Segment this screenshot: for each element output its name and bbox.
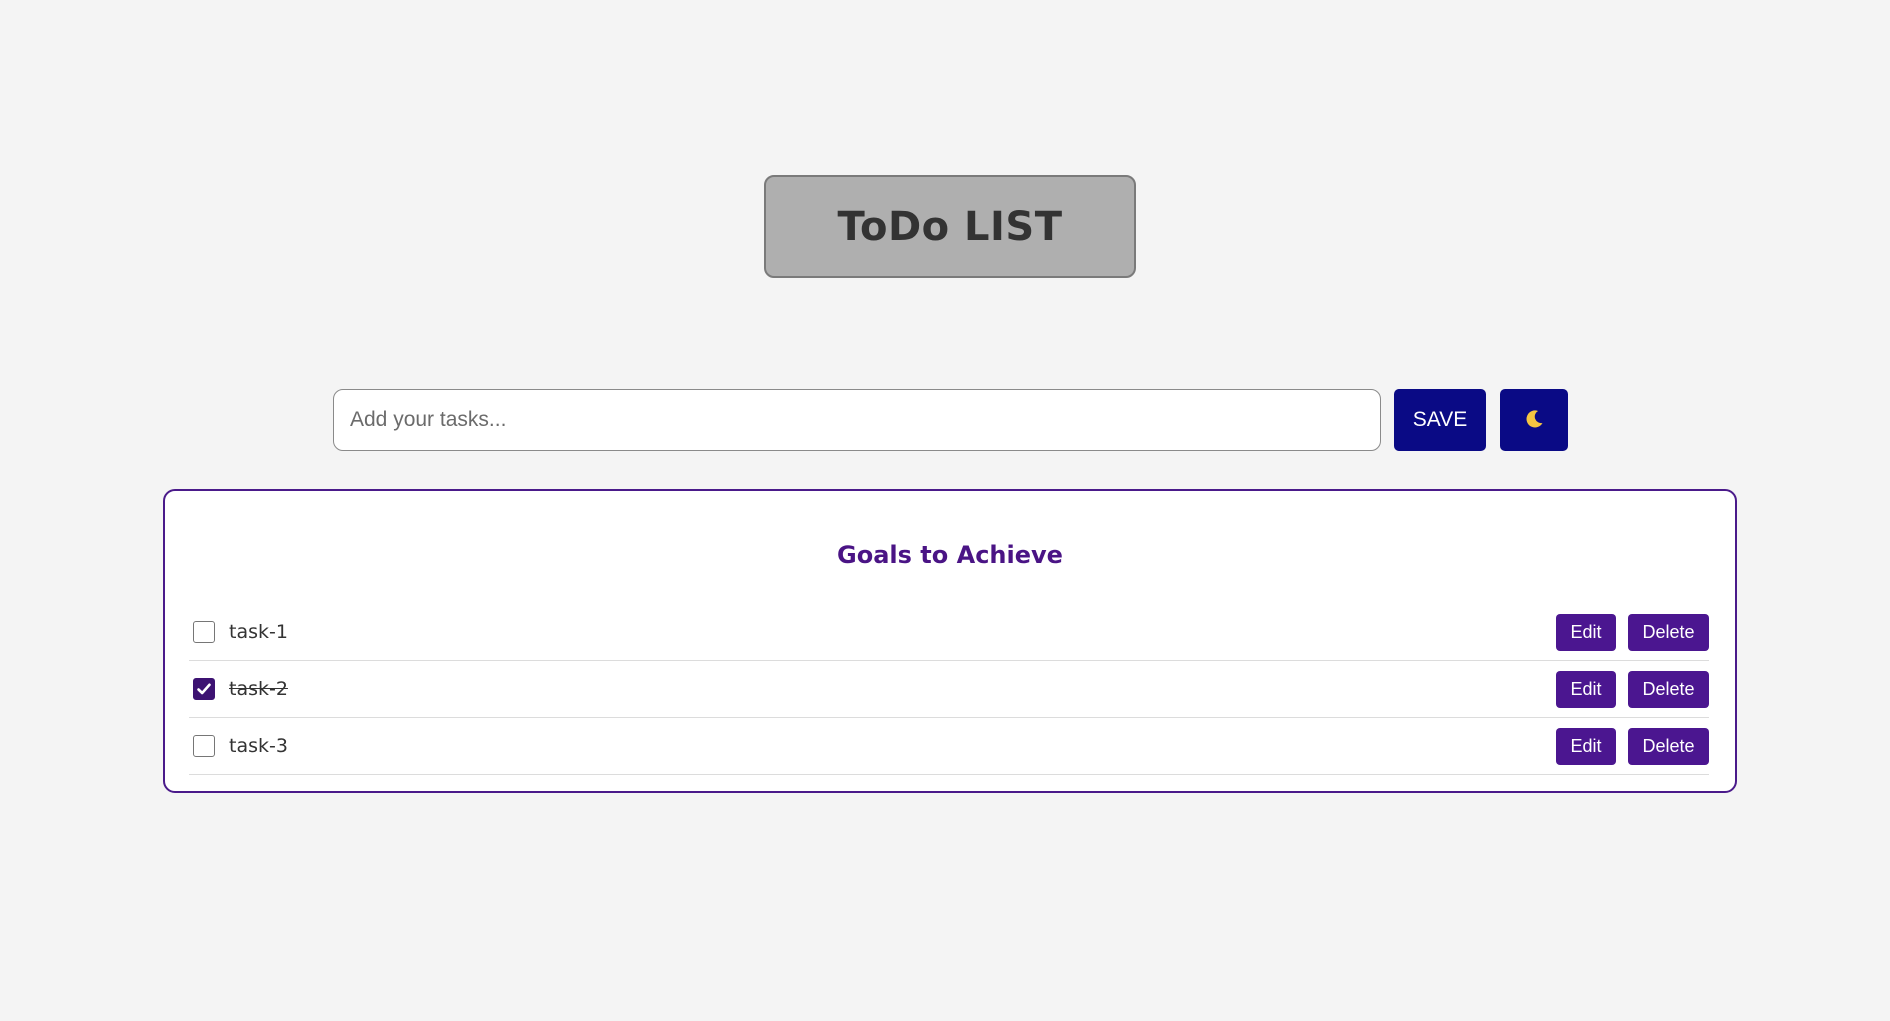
task-label: task-3 [229,735,288,757]
goals-card: Goals to Achieve task-1 Edit Delete task… [163,489,1737,793]
task-actions: Edit Delete [1556,718,1709,774]
task-row: task-2 Edit Delete [189,661,1709,718]
task-list: task-1 Edit Delete task-2 Edit Delete ta… [189,604,1709,775]
theme-toggle-button[interactable] [1500,389,1568,451]
task-checkbox[interactable] [193,621,215,643]
edit-button[interactable]: Edit [1556,670,1616,708]
delete-button[interactable]: Delete [1628,613,1709,651]
task-input[interactable] [333,389,1381,451]
task-actions: Edit Delete [1556,604,1709,660]
checkmark-icon [197,683,211,695]
task-row: task-3 Edit Delete [189,718,1709,775]
goals-heading: Goals to Achieve [837,541,1063,569]
save-button[interactable]: SAVE [1394,389,1486,451]
delete-button[interactable]: Delete [1628,727,1709,765]
app-title-box: ToDo LIST [764,175,1136,278]
edit-button[interactable]: Edit [1556,727,1616,765]
moon-icon [1523,408,1545,433]
edit-button[interactable]: Edit [1556,613,1616,651]
task-actions: Edit Delete [1556,661,1709,717]
delete-button[interactable]: Delete [1628,670,1709,708]
app-title: ToDo LIST [837,203,1063,250]
task-row: task-1 Edit Delete [189,604,1709,661]
task-label: task-1 [229,621,288,643]
task-checkbox[interactable] [193,735,215,757]
task-checkbox[interactable] [193,678,215,700]
task-label: task-2 [229,678,288,700]
